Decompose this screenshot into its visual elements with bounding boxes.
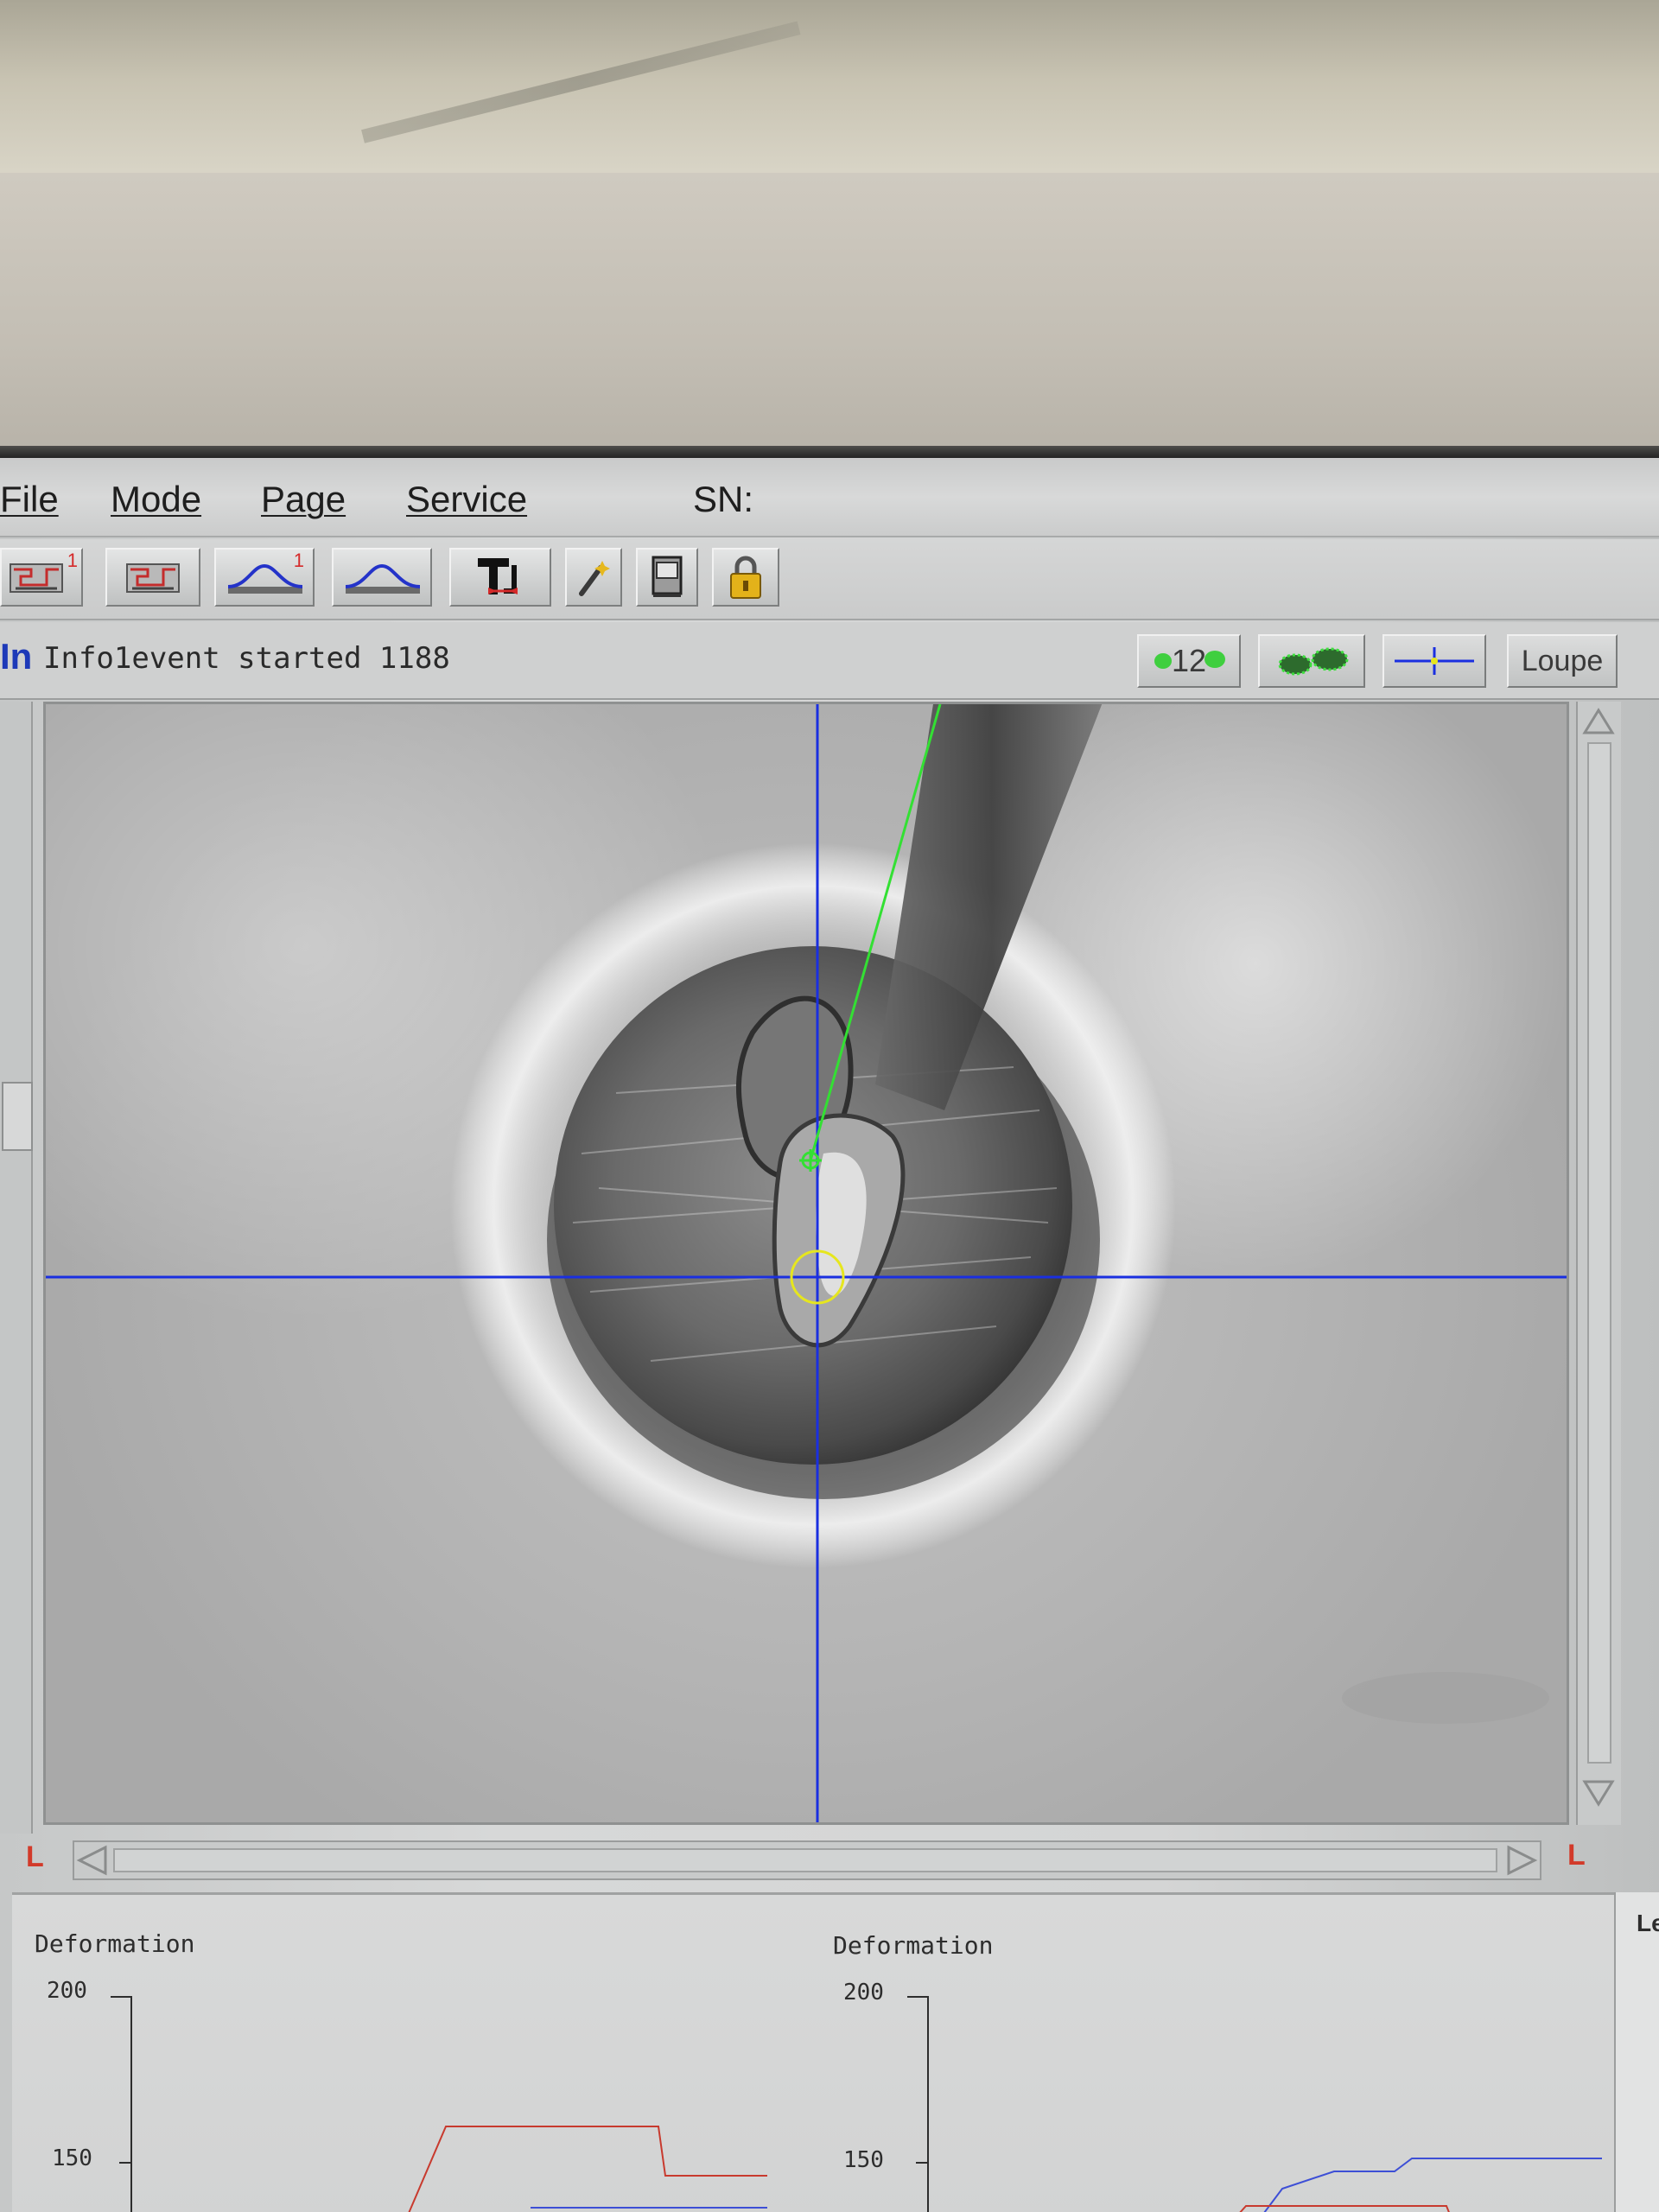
room-background <box>0 0 1659 177</box>
camera-view[interactable] <box>43 702 1569 1825</box>
menu-file[interactable]: File <box>0 479 59 520</box>
menu-bar: File Mode Page Service SN: <box>0 458 1659 537</box>
left-graph-series-red <box>408 2126 767 2212</box>
left-panel-strip <box>0 702 33 1834</box>
lock-button[interactable] <box>712 548 779 607</box>
menu-service[interactable]: Service <box>406 479 527 520</box>
info-bar: In Info1event started 1188 12 Loupe <box>0 622 1659 700</box>
magic-wand-button[interactable] <box>565 548 622 607</box>
magic-wand-icon <box>579 561 610 596</box>
info-prefix: In <box>0 636 33 677</box>
lock-icon <box>730 556 761 599</box>
deformation-graphs <box>111 1996 1602 2212</box>
loupe-button[interactable]: Loupe <box>1507 634 1618 688</box>
crosshair-toggle-button[interactable] <box>1382 634 1486 688</box>
curve-button[interactable] <box>332 548 432 607</box>
right-graph-title: Deformation <box>833 1931 994 1960</box>
menu-mode[interactable]: Mode <box>111 479 201 520</box>
step-count-button[interactable]: 12 <box>1137 634 1241 688</box>
right-graph-tick-150: 150 <box>843 2147 884 2173</box>
step-count: 12 <box>1172 643 1207 678</box>
right-graph-series-red <box>1239 2205 1450 2212</box>
scroll-arrows-icon <box>76 1845 1538 1876</box>
vertical-scrollbar[interactable] <box>1576 702 1621 1825</box>
scroll-arrows-icon <box>1582 708 1615 1807</box>
toolbar: 1 1 <box>0 539 1659 620</box>
serial-number-label: SN: <box>693 479 754 519</box>
tool-icon <box>478 558 518 594</box>
curve-1-badge: 1 <box>293 550 304 571</box>
loupe-label: Loupe <box>1521 644 1604 677</box>
lens-smudge <box>1342 1672 1549 1724</box>
tool-measure-button[interactable] <box>449 548 551 607</box>
horizontal-scrollbar[interactable] <box>73 1840 1541 1880</box>
map-button[interactable] <box>105 548 200 607</box>
status-message: Info1event started 1188 <box>43 641 450 676</box>
graphs-panel: Deformation 200 150 Deformation 200 150 <box>12 1892 1616 2212</box>
spots-icon <box>1278 647 1349 676</box>
curve-icon <box>345 563 421 594</box>
right-side-panel <box>1614 1892 1659 2212</box>
book-button[interactable] <box>636 548 698 607</box>
map-1-button[interactable]: 1 <box>0 548 83 607</box>
monitor-bezel <box>0 173 1659 458</box>
splitter-handle[interactable] <box>2 1082 33 1151</box>
right-graph-series-blue <box>1263 2158 1602 2212</box>
curve-1-button[interactable]: 1 <box>214 548 315 607</box>
crosshair-icon <box>1395 647 1474 675</box>
spots-button[interactable] <box>1258 634 1365 688</box>
camera-overlay <box>46 704 1567 1822</box>
corner-marker-right: L <box>1567 1839 1586 1872</box>
corner-marker-left: L <box>26 1840 44 1873</box>
menu-page[interactable]: Page <box>261 479 346 520</box>
application-window: File Mode Page Service SN: 1 1 In Info1e… <box>0 458 1659 2212</box>
map-icon <box>10 563 63 593</box>
right-graph-tick-200: 200 <box>843 1980 884 2005</box>
map-1-badge: 1 <box>67 550 78 571</box>
right-graph-axis <box>907 1996 929 2212</box>
ceiling-beam <box>361 21 801 143</box>
map-icon <box>126 563 180 593</box>
right-panel-label: Le <box>1637 1910 1659 1936</box>
left-graph-axis <box>111 1996 132 2212</box>
book-icon <box>652 556 683 597</box>
